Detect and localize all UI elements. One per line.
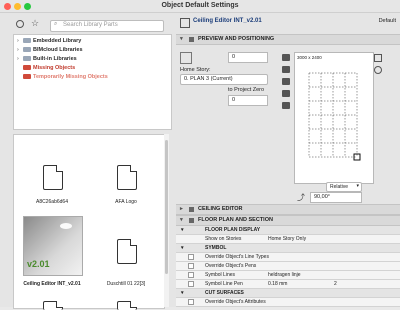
- library-part-tile[interactable]: A8C26ab6d64: [20, 139, 84, 213]
- tree-item-label: Built-in Libraries: [33, 56, 77, 62]
- rotate-icon[interactable]: [374, 66, 382, 74]
- angle-icon: ⤴: [297, 193, 305, 202]
- settings-panel: Ceiling Editor INT_v2.01 Default ▾ PREVI…: [176, 14, 400, 307]
- document-icon: [117, 239, 137, 264]
- search-icon: ⌕: [54, 21, 58, 27]
- section-floor-plan[interactable]: ▾ FLOOR PLAN AND SECTION: [176, 215, 400, 226]
- checkbox[interactable]: [188, 299, 194, 305]
- angle-field[interactable]: 90,00°: [310, 192, 362, 203]
- checkbox[interactable]: [188, 281, 194, 287]
- ceiling-grid-preview: [308, 72, 361, 161]
- tree-item-label: Temporarily Missing Objects: [33, 74, 108, 80]
- section-title: CEILING EDITOR: [198, 206, 243, 212]
- tree-item-label: BIMcloud Libraries: [33, 47, 83, 53]
- grid-size-label: 3000 x 2400: [297, 55, 322, 60]
- missing-folder-icon: [23, 65, 31, 71]
- object-default-settings-window: Object Default Settings ☆ ⌕ Search Libra…: [0, 0, 400, 310]
- tree-item-missing[interactable]: Missing Objects: [17, 65, 75, 74]
- version-badge: v2.01: [27, 259, 50, 269]
- section-preview-positioning[interactable]: ▾ PREVIEW AND POSITIONING: [176, 34, 400, 45]
- tree-item-builtin[interactable]: › Built-in Libraries: [17, 56, 77, 65]
- floor-plan-icon: [189, 218, 194, 223]
- library-panel: ☆ ⌕ Search Library Parts › Embedded Libra…: [13, 14, 172, 310]
- height-field[interactable]: 0: [228, 52, 268, 63]
- tree-item-label: Missing Objects: [33, 65, 76, 71]
- folder-icon: [23, 47, 31, 53]
- anchor-point-icon[interactable]: [374, 54, 382, 62]
- row-show-on-stories[interactable]: Show on Stories Home Story Only: [176, 235, 400, 244]
- library-part-tile[interactable]: [20, 297, 84, 310]
- to-project-zero-label: to Project Zero: [228, 87, 265, 93]
- chevron-down-icon: ▾: [356, 183, 359, 189]
- checkbox[interactable]: [188, 263, 194, 269]
- library-part-tile-selected[interactable]: v2.01 Ceiling Editor INT_v2.01: [20, 213, 84, 297]
- row-symbol[interactable]: ▾ SYMBOL: [176, 244, 400, 253]
- view-icon[interactable]: [282, 54, 290, 61]
- tree-item-bimcloud[interactable]: › BIMcloud Libraries: [17, 47, 83, 56]
- mirror-icon[interactable]: [282, 102, 290, 109]
- section-ceiling-editor[interactable]: ▸ CEILING EDITOR: [176, 204, 400, 215]
- star-icon[interactable]: ☆: [31, 18, 39, 29]
- settings-header: Ceiling Editor INT_v2.01 Default: [176, 17, 400, 29]
- folder-icon: [23, 38, 31, 44]
- document-icon: [43, 301, 63, 310]
- window-title: Object Default Settings: [161, 2, 239, 9]
- library-part-tile[interactable]: AFA Logo: [94, 139, 158, 213]
- library-part-tile[interactable]: Duschtill 01 22[3]: [94, 213, 158, 297]
- 3d-view-icon[interactable]: [282, 90, 290, 97]
- row-symbol-lines[interactable]: Symbol Lines heldragen linje: [176, 271, 400, 280]
- pen-number: 2: [334, 281, 337, 287]
- document-icon: [117, 165, 137, 190]
- folder-icon: [23, 56, 31, 62]
- tile-label: Ceiling Editor INT_v2.01: [23, 281, 81, 287]
- search-input[interactable]: ⌕ Search Library Parts: [50, 20, 164, 32]
- tree-item-temp-missing[interactable]: Temporarily Missing Objects: [17, 74, 108, 83]
- grid-scrollbar-thumb[interactable]: [165, 140, 168, 274]
- default-label: Default: [378, 18, 396, 24]
- project-zero-field[interactable]: 0: [228, 95, 268, 106]
- home-story-label: Home Story:: [180, 67, 211, 73]
- chevron-down-icon[interactable]: ▾: [180, 36, 183, 42]
- tile-label: Duschtill 01 22[3]: [106, 281, 146, 287]
- home-story-select[interactable]: 0. PLAN 3 (Current): [180, 74, 268, 85]
- missing-folder-icon: [23, 74, 31, 80]
- checkbox[interactable]: [188, 254, 194, 260]
- section-title: PREVIEW AND POSITIONING: [198, 36, 275, 42]
- library-parts-grid: A8C26ab6d64 AFA Logo v2.01 Ceiling Edito…: [13, 134, 165, 310]
- tree-item-embedded[interactable]: › Embedded Library: [17, 38, 81, 47]
- row-floor-plan-display[interactable]: ▾ FLOOR PLAN DISPLAY: [176, 226, 400, 235]
- library-tree: › Embedded Library › BIMcloud Libraries › B…: [13, 34, 172, 130]
- ceiling-thumbnail: v2.01: [23, 216, 83, 276]
- section-view-icon[interactable]: [282, 66, 290, 73]
- preview-icon: [189, 37, 194, 42]
- title-bar: Object Default Settings: [0, 0, 400, 13]
- preview-3d-icon: [180, 52, 192, 64]
- tile-label: AFA Logo: [115, 199, 137, 205]
- library-toolbar: ☆ ⌕ Search Library Parts: [13, 18, 170, 32]
- chevron-down-icon[interactable]: ▾: [180, 217, 183, 223]
- ceiling-editor-icon: [189, 207, 194, 212]
- relative-select[interactable]: Relative ▾: [326, 182, 362, 192]
- row-override-line-types[interactable]: Override Object's Line Types: [176, 253, 400, 262]
- row-override-attributes[interactable]: Override Object's Attributes: [176, 298, 400, 307]
- row-symbol-line-pen[interactable]: Symbol Line Pen 0.18 mm 2: [176, 280, 400, 289]
- document-icon: [43, 165, 63, 190]
- tree-item-label: Embedded Library: [33, 38, 82, 44]
- ceiling-light-icon: [60, 223, 72, 229]
- library-part-tile[interactable]: [94, 297, 158, 310]
- elevation-icon[interactable]: [282, 78, 290, 85]
- row-override-pens[interactable]: Override Object's Pens: [176, 262, 400, 271]
- row-cut-surfaces[interactable]: ▾ CUT SURFACES: [176, 289, 400, 298]
- search-placeholder: Search Library Parts: [63, 22, 118, 28]
- gear-icon[interactable]: [16, 20, 24, 28]
- tile-label: A8C26ab6d64: [36, 199, 68, 205]
- header-title: Ceiling Editor INT_v2.01: [193, 18, 262, 24]
- document-icon: [117, 301, 137, 310]
- preview-grid-box: 3000 x 2400: [294, 52, 374, 184]
- section-title: FLOOR PLAN AND SECTION: [198, 217, 273, 223]
- chevron-right-icon[interactable]: ▸: [180, 206, 183, 212]
- object-icon: [180, 18, 190, 28]
- checkbox[interactable]: [188, 272, 194, 278]
